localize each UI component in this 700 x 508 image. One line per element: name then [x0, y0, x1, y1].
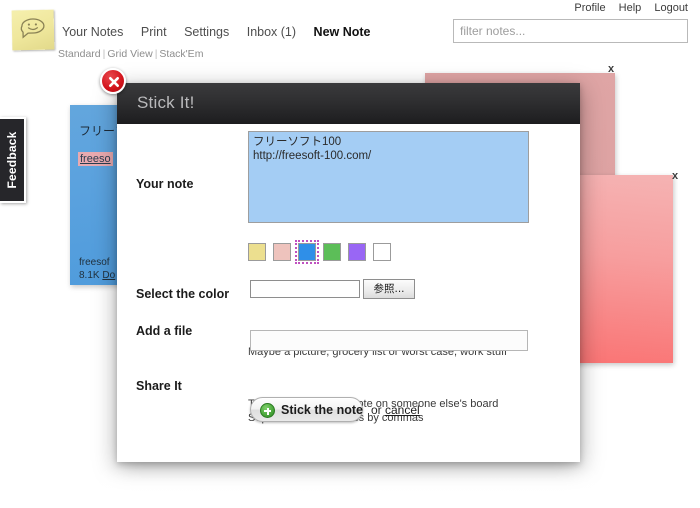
color-swatch-white[interactable] — [373, 243, 391, 261]
note-close-icon-pink-pale[interactable]: x — [608, 64, 614, 75]
subnav-separator-1: | — [102, 48, 106, 60]
note-blue-footer-size: 8.1K Do — [79, 270, 115, 281]
file-path-input[interactable] — [250, 280, 360, 298]
subnav-separator-2: | — [154, 48, 158, 60]
cancel-link[interactable]: cancel — [385, 403, 420, 417]
feedback-tab[interactable]: Feedback — [0, 117, 26, 203]
stick-the-note-label: Stick the note — [281, 403, 363, 417]
color-swatch-pink[interactable] — [273, 243, 291, 261]
view-stackem-link[interactable]: Stack'Em — [159, 48, 203, 60]
sticky-note-smiley-icon — [20, 18, 45, 39]
profile-link[interactable]: Profile — [574, 2, 605, 14]
label-add-file: Add a file — [136, 324, 193, 338]
stick-the-note-button[interactable]: Stick the note — [250, 397, 363, 422]
label-your-note: Your note — [136, 177, 194, 191]
or-text: or — [371, 403, 382, 417]
feedback-tab-label: Feedback — [5, 131, 19, 189]
main-navigation: Your Notes Print Settings Inbox (1) New … — [62, 25, 385, 39]
modal-close-button[interactable] — [100, 68, 126, 94]
account-links: Profile Help Logout — [564, 2, 688, 14]
color-swatch-purple[interactable] — [348, 243, 366, 261]
note-blue-link[interactable]: freeso — [78, 152, 113, 166]
nav-your-notes[interactable]: Your Notes — [62, 25, 123, 39]
nav-settings[interactable]: Settings — [184, 25, 229, 39]
color-swatch-green[interactable] — [323, 243, 341, 261]
view-standard-link[interactable]: Standard — [58, 48, 101, 60]
logout-link[interactable]: Logout — [654, 2, 688, 14]
page-root: x x フリーソ freeso freesof 8.1K Do Profile … — [0, 0, 700, 508]
share-email-input[interactable] — [250, 330, 528, 351]
label-share-it: Share It — [136, 379, 182, 393]
app-logo[interactable] — [11, 9, 55, 51]
nav-inbox[interactable]: Inbox (1) — [247, 25, 296, 39]
note-textarea[interactable] — [248, 131, 529, 223]
close-icon — [109, 77, 119, 87]
note-blue-footer-filename: freesof — [79, 257, 110, 268]
page-header: Profile Help Logout Your Notes Print Set… — [0, 0, 700, 62]
file-browse-button[interactable]: 参照... — [363, 279, 415, 299]
note-close-icon-pink-bright[interactable]: x — [672, 171, 678, 182]
note-blue-size-text: 8.1K — [79, 270, 100, 281]
color-swatch-yellow[interactable] — [248, 243, 266, 261]
view-mode-navigation: Standard | Grid View | Stack'Em — [58, 48, 203, 60]
color-swatch-group — [248, 240, 398, 264]
filter-notes-wrap — [453, 19, 688, 43]
plus-circle-icon — [260, 403, 275, 418]
note-blue-download-link[interactable]: Do — [102, 270, 115, 281]
nav-print[interactable]: Print — [141, 25, 167, 39]
label-select-color: Select the color — [136, 287, 230, 301]
color-swatch-blue[interactable] — [295, 240, 319, 264]
view-grid-link[interactable]: Grid View — [107, 48, 152, 60]
help-link[interactable]: Help — [619, 2, 642, 14]
nav-new-note[interactable]: New Note — [314, 25, 371, 39]
modal-title: Stick It! — [117, 83, 580, 124]
filter-notes-input[interactable] — [453, 19, 688, 43]
